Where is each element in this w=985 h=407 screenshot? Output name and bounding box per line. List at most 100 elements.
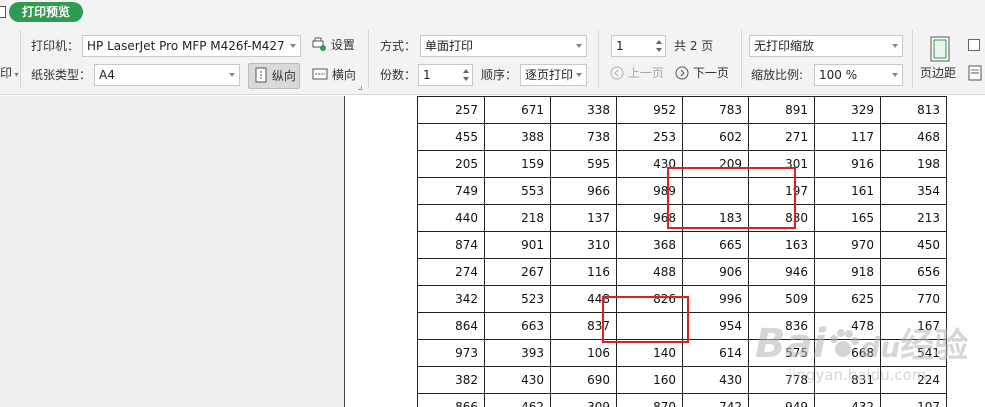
decrement-icon[interactable] (463, 77, 469, 81)
table-cell: 966 (550, 177, 617, 205)
table-cell: 874 (417, 231, 485, 259)
table-cell: 388 (484, 123, 551, 151)
table-cell: 165 (814, 204, 881, 232)
zoom-value: 100 % (819, 68, 858, 82)
next-page-button[interactable]: 下一页 (675, 61, 729, 85)
table-cell: 468 (880, 123, 947, 151)
prev-page-button[interactable]: 上一页 (610, 61, 664, 85)
table-cell: 946 (748, 258, 815, 286)
paper-type-label: 纸张类型： (31, 68, 92, 82)
table-cell: 342 (417, 285, 485, 313)
table-row: 274 267 116 488 906 946 918 656 (417, 258, 947, 286)
table-cell: 198 (880, 150, 947, 178)
portrait-label: 纵向 (271, 69, 296, 83)
partial-print-label[interactable]: 印 ▾ (0, 64, 19, 84)
table-cell: 462 (484, 393, 551, 407)
table-cell: 671 (484, 96, 551, 124)
table-cell: 916 (814, 150, 881, 178)
setup-button[interactable]: 设置 (311, 33, 355, 57)
table-cell: 430 (484, 366, 551, 394)
table-cell: 970 (814, 231, 881, 259)
scaling-value: 无打印缩放 (754, 39, 815, 53)
partial-checkbox[interactable] (0, 6, 6, 18)
table-cell: 137 (550, 204, 617, 232)
table-cell: 393 (484, 339, 551, 367)
watermark-url: jingyan.baidu.com (788, 366, 927, 384)
printer-value: HP LaserJet Pro MFP M426f-M427 (87, 39, 285, 53)
increment-icon[interactable] (463, 69, 469, 73)
copies-label: 份数： (380, 68, 417, 82)
page-icon[interactable] (968, 65, 982, 81)
table-cell: 455 (417, 123, 485, 151)
printer-settings-icon (312, 37, 326, 51)
print-mode-value: 单面打印 (425, 39, 474, 53)
table-cell: 663 (484, 312, 551, 340)
table-cell: 338 (550, 96, 617, 124)
table-row: 455 388 738 253 602 271 117 468 (417, 123, 947, 151)
watermark-logo: Bai du经验 (755, 321, 969, 367)
table-cell: 949 (748, 393, 815, 407)
partial-checkbox[interactable] (968, 39, 980, 51)
table-cell: 257 (417, 96, 485, 124)
table-cell: 140 (616, 339, 683, 367)
print-mode-select[interactable]: 单面打印 (420, 35, 587, 57)
separator (20, 30, 21, 88)
chevron-down-icon (576, 73, 582, 77)
margins-button[interactable]: 页边距 (920, 36, 960, 84)
print-preview-tab[interactable]: 打印预览 (9, 2, 83, 22)
table-cell: 432 (814, 393, 881, 407)
table-cell: 213 (880, 204, 947, 232)
table-cell: 274 (417, 258, 485, 286)
table-cell: 163 (748, 231, 815, 259)
table-cell: 309 (550, 393, 617, 407)
table-cell: 523 (484, 285, 551, 313)
table-cell: 117 (814, 123, 881, 151)
table-cell: 973 (417, 339, 485, 367)
portrait-button[interactable]: 纵向 (248, 63, 300, 89)
table-cell: 161 (814, 177, 881, 205)
table-cell: 625 (814, 285, 881, 313)
table-cell: 783 (682, 96, 749, 124)
page-number-stepper[interactable]: 1 (611, 35, 666, 57)
table-cell: 954 (682, 312, 749, 340)
preview-margin-pane (0, 96, 345, 407)
table-cell: 595 (550, 150, 617, 178)
separator (598, 30, 599, 88)
group-launcher-icon[interactable] (358, 86, 362, 90)
table-cell: 267 (484, 258, 551, 286)
table-cell: 382 (417, 366, 485, 394)
landscape-page-icon (312, 68, 328, 80)
table-cell: 749 (417, 177, 485, 205)
table-cell: 253 (616, 123, 683, 151)
decrement-icon[interactable] (656, 48, 662, 52)
table-cell: 906 (682, 258, 749, 286)
print-order-select[interactable]: 逐页打印 (520, 64, 587, 86)
scaling-select[interactable]: 无打印缩放 (749, 35, 903, 57)
table-cell: 742 (682, 393, 749, 407)
table-row: 866 462 309 870 742 949 432 107 (417, 393, 947, 407)
paper-type-select[interactable]: A4 (94, 64, 240, 86)
table-cell: 813 (880, 96, 947, 124)
table-cell: 770 (880, 285, 947, 313)
copies-value: 1 (423, 68, 431, 82)
separator (741, 30, 742, 88)
prev-arrow-icon (610, 66, 624, 80)
table-cell: 159 (484, 150, 551, 178)
margins-icon (930, 36, 950, 62)
margins-label: 页边距 (920, 66, 957, 80)
copies-stepper[interactable]: 1 (418, 64, 473, 86)
zoom-select[interactable]: 100 % (814, 64, 903, 86)
paw-icon (830, 329, 860, 357)
table-cell: 440 (417, 204, 485, 232)
increment-icon[interactable] (656, 40, 662, 44)
table-cell: 310 (550, 231, 617, 259)
table-cell: 107 (880, 393, 947, 407)
table-cell: 116 (550, 258, 617, 286)
page-number-value: 1 (616, 39, 624, 53)
separator (368, 30, 369, 88)
table-cell: 891 (748, 96, 815, 124)
next-arrow-icon (675, 66, 689, 80)
table-cell: 430 (682, 366, 749, 394)
landscape-button[interactable]: 横向 (312, 63, 356, 87)
printer-select[interactable]: HP LaserJet Pro MFP M426f-M427 (82, 35, 301, 57)
